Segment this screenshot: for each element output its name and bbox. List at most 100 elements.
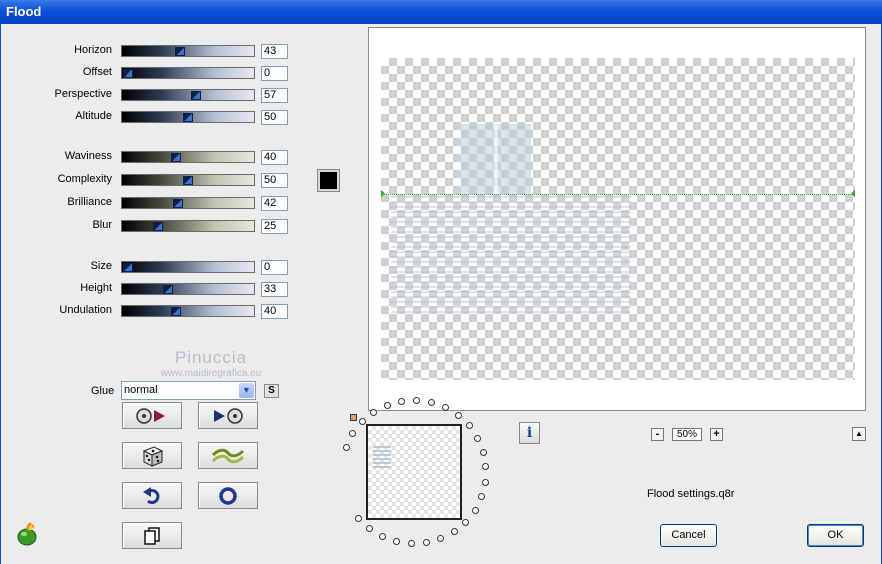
navigator-dot[interactable] [370, 409, 377, 416]
horizon-value-field[interactable]: 43 [261, 44, 288, 59]
copy-button[interactable] [122, 522, 182, 549]
size-label: Size [90, 260, 112, 272]
offset-slider-thumb[interactable] [123, 69, 133, 78]
undulation-value-field[interactable]: 40 [261, 304, 288, 319]
blur-slider-thumb[interactable] [153, 222, 163, 231]
preview-canvas[interactable] [381, 58, 855, 380]
navigator-dot[interactable] [455, 412, 462, 419]
navigator-dot[interactable] [451, 528, 458, 535]
navigator-dot[interactable] [423, 539, 430, 546]
info-button[interactable]: i [519, 422, 540, 444]
navigator-dot[interactable] [474, 435, 481, 442]
perspective-slider[interactable] [121, 89, 255, 101]
color-swatch[interactable] [317, 169, 340, 192]
navigator-dot[interactable] [398, 398, 405, 405]
navigator-dot[interactable] [349, 430, 356, 437]
size-slider-thumb[interactable] [123, 263, 133, 272]
navigator-dot[interactable] [442, 404, 449, 411]
height-slider[interactable] [121, 283, 255, 295]
brilliance-slider[interactable] [121, 197, 255, 209]
blur-slider[interactable] [121, 220, 255, 232]
load-preset-button[interactable] [122, 402, 182, 429]
offset-label: Offset [82, 66, 112, 78]
collapse-button[interactable]: ▲ [852, 427, 866, 441]
complexity-slider[interactable] [121, 174, 255, 186]
horizon-slider-thumb[interactable] [174, 47, 185, 56]
waviness-value-field[interactable]: 40 [261, 150, 288, 165]
reset-icon [219, 486, 237, 505]
size-slider[interactable] [121, 261, 255, 273]
altitude-value-field[interactable]: 50 [261, 110, 288, 125]
navigator-dot[interactable] [393, 538, 400, 545]
complexity-label: Complexity [57, 173, 112, 185]
navigator-dot[interactable] [384, 402, 391, 409]
chevron-down-icon[interactable]: ▼ [239, 383, 254, 398]
navigator-mini-preview [373, 446, 391, 470]
save-preset-icon [214, 407, 243, 424]
navigator-dot[interactable] [359, 418, 366, 425]
navigator-dot[interactable] [482, 479, 489, 486]
navigator-thumbnail[interactable] [366, 424, 462, 520]
navigator-dot[interactable] [462, 519, 469, 526]
blur-value-field[interactable]: 25 [261, 219, 288, 234]
navigator-dot[interactable] [482, 463, 489, 470]
zoom-out-button[interactable]: - [651, 428, 664, 441]
complexity-slider-thumb[interactable] [183, 176, 193, 185]
navigator-dot[interactable] [437, 535, 444, 542]
wave-icon [211, 448, 245, 463]
navigator-dot[interactable] [366, 525, 373, 532]
zoom-in-button[interactable]: + [710, 428, 723, 441]
waviness-label: Waviness [64, 150, 112, 162]
altitude-label: Altitude [75, 110, 112, 122]
navigator-handle[interactable] [350, 414, 357, 421]
flaming-pear-logo-icon [17, 522, 37, 546]
brilliance-value-field[interactable]: 42 [261, 196, 288, 211]
waviness-slider-thumb[interactable] [171, 153, 181, 162]
size-value-field[interactable]: 0 [261, 260, 288, 275]
horizon-guide [381, 194, 855, 195]
navigator-dot[interactable] [428, 399, 435, 406]
horizon-handle-left[interactable] [381, 189, 386, 198]
navigator-dot[interactable] [379, 533, 386, 540]
window-title: Flood [6, 4, 42, 19]
height-value-field[interactable]: 33 [261, 282, 288, 297]
height-slider-thumb[interactable] [162, 285, 173, 294]
perspective-value-field[interactable]: 57 [261, 88, 288, 103]
brilliance-slider-thumb[interactable] [173, 199, 184, 208]
navigator-dot[interactable] [408, 540, 415, 547]
navigator-dot[interactable] [343, 444, 350, 451]
cancel-button[interactable]: Cancel [660, 524, 717, 547]
reset-button[interactable] [198, 482, 258, 509]
glue-label: Glue [91, 385, 115, 397]
undulation-slider-thumb[interactable] [171, 307, 181, 316]
blur-label: Blur [92, 219, 112, 231]
dialog-body: Horizon 43 Offset 0 Perspective 57 Altitude 50 W… [0, 24, 882, 564]
navigator-dot[interactable] [480, 449, 487, 456]
copy-icon [144, 526, 160, 545]
watermark-url: www.maidiregrafica.eu [160, 368, 262, 379]
save-preset-button[interactable] [198, 402, 258, 429]
navigator-dot[interactable] [413, 397, 420, 404]
perspective-slider-thumb[interactable] [191, 91, 202, 100]
navigator-dot[interactable] [355, 515, 362, 522]
preview-panel[interactable] [368, 27, 866, 411]
altitude-slider[interactable] [121, 111, 255, 123]
navigator-dot[interactable] [472, 507, 479, 514]
wave-button[interactable] [198, 442, 258, 469]
complexity-value-field[interactable]: 50 [261, 173, 288, 188]
horizon-slider[interactable] [121, 45, 255, 57]
glue-dropdown[interactable]: normal ▼ [121, 381, 256, 400]
random-button[interactable] [122, 442, 182, 469]
altitude-slider-thumb[interactable] [183, 113, 193, 122]
offset-value-field[interactable]: 0 [261, 66, 288, 81]
undo-button[interactable] [122, 482, 182, 509]
ok-button[interactable]: OK [807, 524, 864, 547]
waviness-slider[interactable] [121, 151, 255, 163]
sync-button[interactable]: S [264, 384, 279, 398]
navigator-dot[interactable] [478, 493, 485, 500]
undulation-slider[interactable] [121, 305, 255, 317]
horizon-handle-right[interactable] [850, 189, 855, 198]
offset-slider[interactable] [121, 67, 255, 79]
navigator-dot[interactable] [466, 422, 473, 429]
watermark: Pinuccia www.maidiregrafica.eu [151, 348, 271, 379]
